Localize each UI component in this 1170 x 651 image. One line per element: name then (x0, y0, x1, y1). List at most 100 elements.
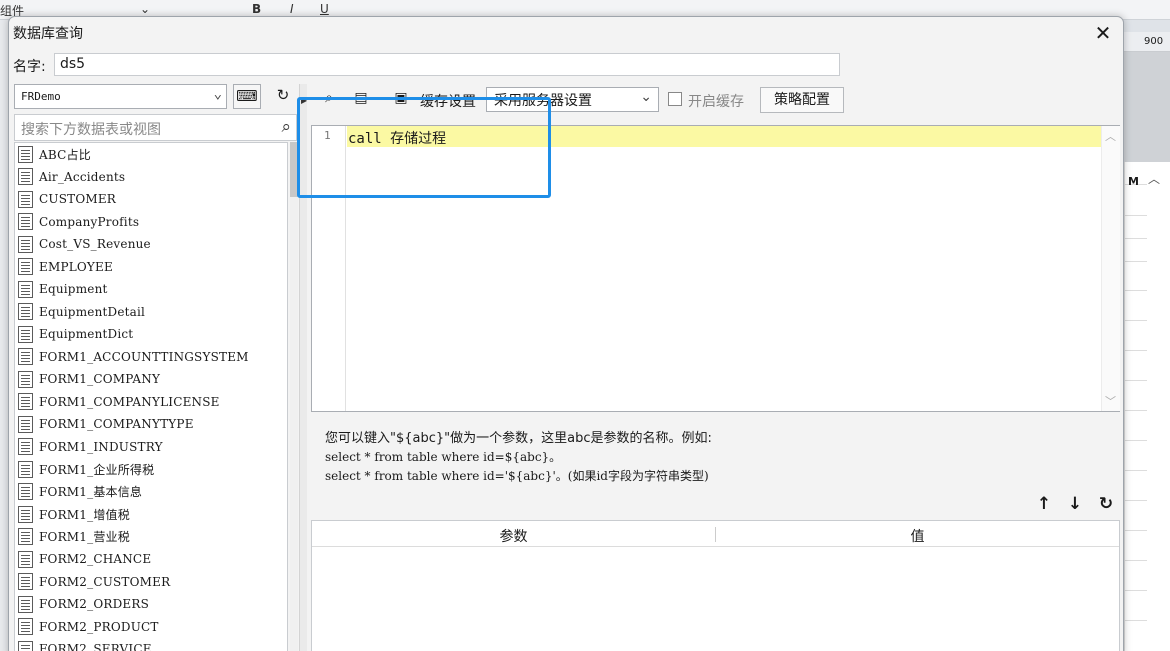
background-left-strip (0, 20, 8, 651)
table-name: EquipmentDetail (39, 304, 146, 319)
strategy-config-button[interactable]: 策略配置 (760, 87, 844, 113)
table-name: FORM1_COMPANYTYPE (39, 417, 194, 432)
sql-code[interactable]: call 存储过程 (348, 128, 446, 148)
table-icon (18, 348, 33, 366)
table-name: FORM1_营业税 (39, 530, 130, 545)
database-query-dialog: 数据库查询 ✕ 名字: ds5 FRDemo ⌄ ⌨ ↻ 搜索下方数据表或视图 … (8, 16, 1124, 651)
table-list-item[interactable]: FORM2_SERVICE (15, 638, 287, 651)
edit-datasource-icon[interactable]: ⌨ (233, 84, 261, 109)
preview-icon[interactable]: ⌕ (318, 87, 340, 109)
table-list-item[interactable]: EMPLOYEE (15, 256, 287, 279)
enable-cache-checkbox[interactable] (668, 92, 682, 106)
editor-scrollbar[interactable]: ︿ ﹀ (1101, 126, 1120, 411)
chevron-down-icon[interactable]: ﹀ (1105, 393, 1116, 409)
parameters-table: 参数 值 (311, 520, 1120, 651)
table-list-scrollbar[interactable] (290, 142, 298, 651)
search-icon[interactable]: ⌕ (281, 117, 291, 137)
background-ruler: 900 (1124, 32, 1170, 52)
cache-settings-icon[interactable]: ▣ (390, 87, 412, 109)
arrow-down-icon[interactable]: ↓ (1065, 494, 1085, 514)
table-list-item[interactable]: FORM1_COMPANYTYPE (15, 413, 287, 436)
table-list-item[interactable]: ABC占比 (15, 143, 287, 166)
table-name: FORM1_ACCOUNTTINGSYSTEM (39, 349, 249, 364)
table-icon (18, 393, 33, 411)
table-icon (18, 280, 33, 298)
table-list-item[interactable]: EquipmentDict (15, 323, 287, 346)
table-name: FORM1_企业所得税 (39, 462, 155, 477)
table-name: Cost_VS_Revenue (39, 237, 151, 252)
table-name: FORM1_COMPANY (39, 372, 161, 387)
refresh-icon[interactable]: ↻ (269, 84, 297, 109)
table-list-item[interactable]: FORM1_基本信息 (15, 481, 287, 504)
scroll-up-icon[interactable]: ︿ (1148, 170, 1166, 186)
table-list-item[interactable]: CUSTOMER (15, 188, 287, 211)
table-icon (18, 483, 33, 501)
collapse-arrow-icon[interactable]: ▶ (301, 96, 307, 105)
table-list-item[interactable]: Air_Accidents (15, 166, 287, 189)
table-icon (18, 258, 33, 276)
table-list: ABC占比 Air_Accidents CUSTOMER CompanyProfits… (14, 142, 288, 651)
table-icon (18, 213, 33, 231)
cache-mode-selected: 采用服务器设置 (494, 93, 592, 109)
panel-splitter[interactable]: ▶ (299, 84, 307, 651)
table-list-item[interactable]: EquipmentDetail (15, 301, 287, 324)
name-input[interactable]: ds5 (54, 53, 840, 76)
table-list-item[interactable]: FORM1_增值税 (15, 503, 287, 526)
table-list-item[interactable]: Cost_VS_Revenue (15, 233, 287, 256)
table-name: FORM2_CHANCE (39, 552, 152, 567)
close-icon[interactable]: ✕ (1089, 21, 1117, 47)
enable-cache-label: 开启缓存 (688, 94, 744, 110)
table-name: FORM1_INDUSTRY (39, 439, 163, 454)
table-list-item[interactable]: FORM2_ORDERS (15, 593, 287, 616)
sql-icon[interactable]: ▤ (350, 87, 372, 109)
table-icon (18, 168, 33, 186)
table-name: ABC占比 (39, 147, 91, 162)
table-list-item[interactable]: FORM1_COMPANYLICENSE (15, 391, 287, 414)
chevron-up-icon[interactable]: ︿ (1105, 128, 1116, 144)
table-icon (18, 438, 33, 456)
table-name: FORM2_SERVICE (39, 642, 152, 651)
table-icon (18, 325, 33, 343)
refresh-icon[interactable]: ↻ (1096, 494, 1116, 514)
table-icon (18, 505, 33, 523)
cache-mode-select[interactable]: 采用服务器设置 ⌄ (486, 87, 659, 112)
table-list-item[interactable]: FORM2_CUSTOMER (15, 571, 287, 594)
table-name: Air_Accidents (39, 169, 126, 184)
table-list-item[interactable]: FORM2_PRODUCT (15, 616, 287, 639)
sql-editor[interactable]: 1 call 存储过程 ︿ ﹀ (311, 125, 1120, 412)
table-name: FORM2_CUSTOMER (39, 574, 171, 589)
table-list-item[interactable]: FORM1_ACCOUNTTINGSYSTEM (15, 346, 287, 369)
table-icon (18, 415, 33, 433)
table-icon (18, 145, 33, 163)
table-list-item[interactable]: FORM2_CHANCE (15, 548, 287, 571)
table-icon (18, 235, 33, 253)
table-icon (18, 460, 33, 478)
background-sheet (1124, 162, 1170, 651)
table-name: FORM2_ORDERS (39, 597, 150, 612)
table-name: FORM1_基本信息 (39, 485, 143, 500)
table-icon (18, 370, 33, 388)
param-column-header[interactable]: 参数 (312, 526, 715, 546)
table-list-item[interactable]: FORM1_营业税 (15, 526, 287, 549)
table-list-item[interactable]: FORM1_INDUSTRY (15, 436, 287, 459)
hint-line-1: 您可以键入"${abc}"做为一个参数，这里abc是参数的名称。例如: (325, 431, 712, 446)
table-list-item[interactable]: Equipment (15, 278, 287, 301)
scrollbar-thumb[interactable] (290, 142, 298, 197)
table-name: EquipmentDict (39, 327, 134, 342)
search-input[interactable]: 搜索下方数据表或视图 ⌕ (14, 114, 297, 141)
table-list-item[interactable]: FORM1_COMPANY (15, 368, 287, 391)
table-list-item[interactable]: CompanyProfits (15, 211, 287, 234)
datasource-select[interactable]: FRDemo ⌄ (14, 84, 227, 109)
hint-line-2: select * from table where id=${abc}。 (325, 450, 562, 464)
value-column-header[interactable]: 值 (716, 526, 1119, 546)
cache-settings-label: 缓存设置 (420, 94, 476, 110)
table-name: EMPLOYEE (39, 259, 113, 274)
column-header-label: M (1128, 175, 1139, 188)
arrow-up-icon[interactable]: ↑ (1034, 494, 1054, 514)
table-name: FORM1_增值税 (39, 507, 130, 522)
table-icon (18, 303, 33, 321)
table-list-item[interactable]: FORM1_企业所得税 (15, 458, 287, 481)
hint-line-3: select * from table where id='${abc}'。(如… (325, 469, 709, 483)
background-panel (1124, 52, 1170, 162)
table-icon (18, 528, 33, 546)
